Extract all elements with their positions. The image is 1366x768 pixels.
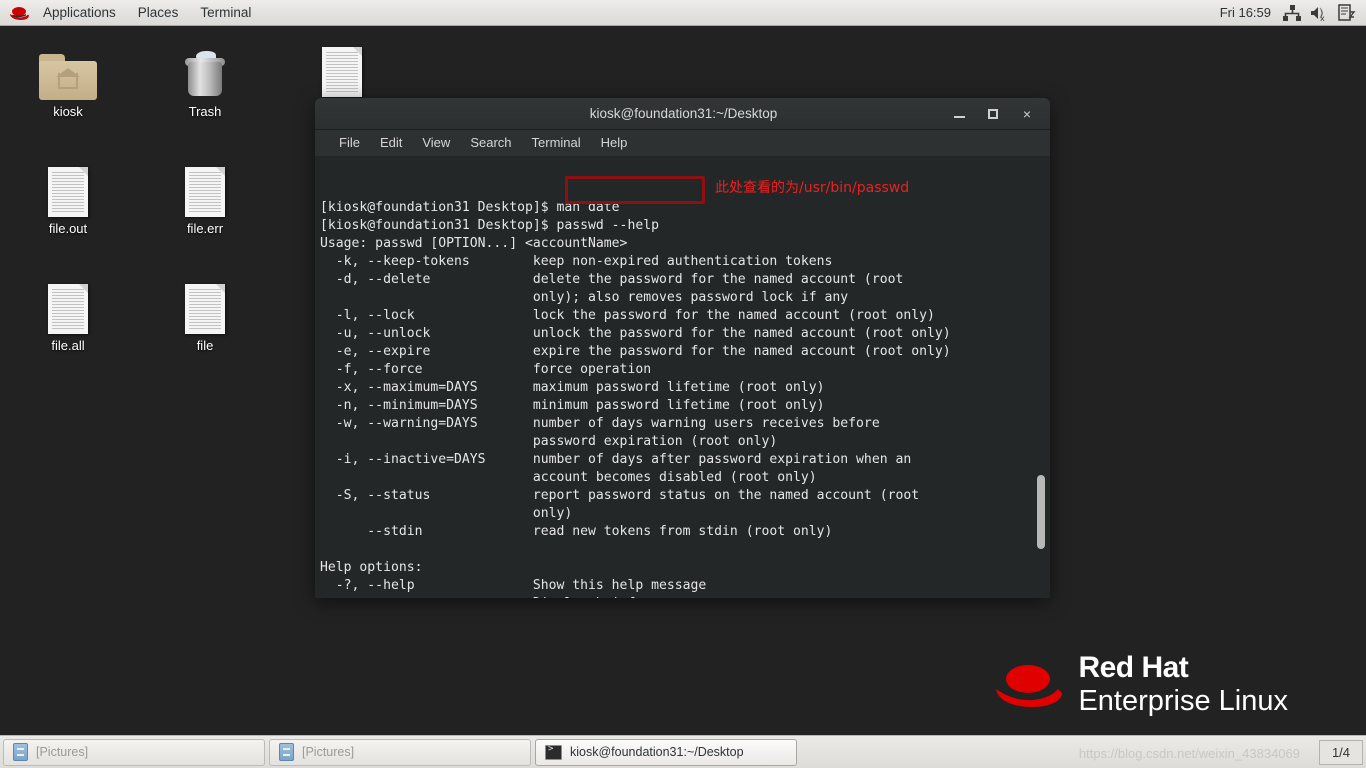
annotation-note: 此处查看的为/usr/bin/passwd — [715, 180, 910, 196]
network-icon[interactable] — [1281, 3, 1303, 23]
desktop-icon-trash[interactable]: Trash — [150, 38, 260, 119]
document-icon — [13, 272, 123, 334]
maximize-button[interactable] — [976, 98, 1010, 130]
close-button[interactable]: × — [1010, 98, 1044, 130]
volume-muted-icon[interactable]: x — [1308, 3, 1330, 23]
terminal-line: Help options: — [320, 560, 423, 575]
terminal-scrollbar[interactable] — [1036, 157, 1048, 598]
places-menu[interactable]: Places — [127, 0, 190, 25]
taskbar-item-pictures-1[interactable]: [Pictures] — [3, 738, 265, 766]
document-icon — [150, 272, 260, 334]
terminal-line: -l, --lock lock the password for the nam… — [320, 308, 935, 323]
terminal-line: password expiration (root only) — [320, 434, 778, 449]
terminal-line: -n, --minimum=DAYS minimum password life… — [320, 398, 825, 413]
desktop-icon-file-all[interactable]: file.all — [13, 272, 123, 353]
taskbar-item-terminal[interactable]: kiosk@foundation31:~/Desktop — [535, 738, 797, 766]
document-icon — [13, 155, 123, 217]
menu-edit[interactable]: Edit — [370, 130, 412, 156]
terminal-line: --usage Display brief usage message — [319, 595, 1050, 598]
desktop-icon-label: file.all — [51, 338, 85, 353]
terminal-window[interactable]: kiosk@foundation31:~/Desktop × File Edit… — [315, 98, 1050, 598]
terminal-line: -?, --help Show this help message — [320, 578, 707, 593]
terminal-line: -e, --expire expire the password for the… — [320, 344, 951, 359]
rhel-line2: Enterprise Linux — [1078, 685, 1288, 717]
terminal-line: -f, --force force operation — [320, 362, 652, 377]
terminal-line: Usage: passwd [OPTION...] <accountName> — [320, 236, 628, 251]
taskbar: [Pictures] [Pictures] kiosk@foundation31… — [0, 735, 1366, 768]
desktop-icon-label: Trash — [188, 104, 222, 119]
redhat-logo-icon[interactable] — [8, 5, 30, 21]
document-icon — [287, 35, 397, 97]
desktop-icon-kiosk[interactable]: kiosk — [13, 38, 123, 119]
desktop-icon-unnamed[interactable] — [287, 35, 397, 101]
rhel-wordmark: Red Hat Enterprise Linux — [1078, 653, 1288, 716]
file-manager-icon — [13, 743, 28, 761]
desktop-icon-label: kiosk — [53, 104, 83, 119]
terminal-line: -k, --keep-tokens keep non-expired authe… — [320, 254, 833, 269]
svg-text:x: x — [1320, 14, 1325, 23]
workspace-indicator[interactable]: 1/4 — [1319, 739, 1363, 765]
menu-file[interactable]: File — [329, 130, 370, 156]
terminal-line: only); also removes password lock if any — [320, 290, 849, 305]
taskbar-item-pictures-2[interactable]: [Pictures] — [269, 738, 531, 766]
terminal-line: -x, --maximum=DAYS maximum password life… — [320, 380, 825, 395]
terminal-titlebar[interactable]: kiosk@foundation31:~/Desktop × — [315, 98, 1050, 130]
document-icon — [150, 155, 260, 217]
minimize-button[interactable] — [942, 98, 976, 130]
taskbar-item-label: [Pictures] — [302, 745, 355, 759]
redhat-hat-icon — [992, 659, 1064, 711]
terminal-output[interactable]: [kiosk@foundation31 Desktop]$ man date [k… — [315, 157, 1050, 598]
terminal-line: -i, --inactive=DAYS number of days after… — [320, 452, 912, 467]
terminal-line: -d, --delete delete the password for the… — [320, 272, 904, 287]
terminal-line: -w, --warning=DAYS number of days warnin… — [320, 416, 880, 431]
terminal-icon — [545, 744, 562, 760]
terminal-line: [kiosk@foundation31 Desktop]$ passwd --h… — [320, 218, 659, 233]
terminal-line: only) — [320, 506, 573, 521]
rhel-branding: Red Hat Enterprise Linux — [992, 653, 1288, 716]
terminal-title: kiosk@foundation31:~/Desktop — [589, 106, 778, 121]
desktop-icon-label: file.err — [186, 221, 224, 236]
taskbar-item-label: [Pictures] — [36, 745, 89, 759]
terminal-lines: [kiosk@foundation31 Desktop]$ man date [k… — [319, 199, 1050, 598]
desktop-icon-file[interactable]: file — [150, 272, 260, 353]
clock[interactable]: Fri 16:59 — [1220, 5, 1281, 20]
trash-icon — [150, 38, 260, 100]
top-panel: Applications Places Terminal Fri 16:59 x — [0, 0, 1366, 26]
terminal-line: --stdin read new tokens from stdin (root… — [320, 524, 833, 539]
desktop-screen: Applications Places Terminal Fri 16:59 x — [0, 0, 1366, 768]
desktop-icon-label: file.out — [48, 221, 88, 236]
terminal-line: -u, --unlock unlock the password for the… — [320, 326, 951, 341]
terminal-menubar: File Edit View Search Terminal Help — [315, 130, 1050, 157]
menu-search[interactable]: Search — [460, 130, 521, 156]
file-manager-icon — [279, 743, 294, 761]
menu-view[interactable]: View — [412, 130, 460, 156]
folder-home-icon — [13, 38, 123, 100]
terminal-line: -S, --status report password status on t… — [320, 488, 920, 503]
rhel-line1: Red Hat — [1078, 651, 1189, 684]
terminal-line: account becomes disabled (root only) — [320, 470, 817, 485]
taskbar-item-label: kiosk@foundation31:~/Desktop — [570, 745, 744, 759]
desktop-icon-file-out[interactable]: file.out — [13, 155, 123, 236]
terminal-line: [kiosk@foundation31 Desktop]$ man date — [320, 200, 620, 215]
menu-help[interactable]: Help — [591, 130, 638, 156]
terminal-scrollbar-thumb[interactable] — [1037, 475, 1045, 549]
applications-menu[interactable]: Applications — [32, 0, 127, 25]
power-document-icon[interactable] — [1335, 3, 1357, 23]
desktop-icon-file-err[interactable]: file.err — [150, 155, 260, 236]
desktop-icon-label: file — [196, 338, 214, 353]
terminal-menu[interactable]: Terminal — [189, 0, 262, 25]
menu-terminal[interactable]: Terminal — [522, 130, 591, 156]
